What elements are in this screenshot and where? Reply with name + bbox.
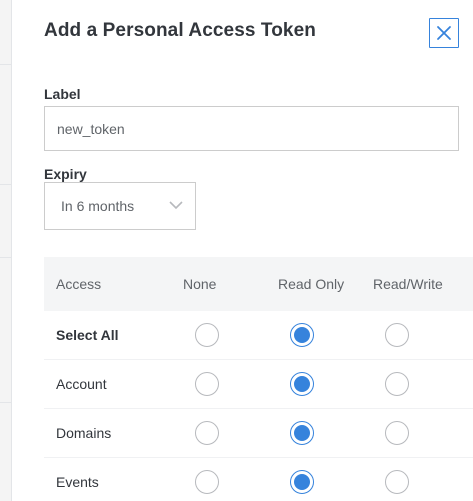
header-none: None [183, 276, 217, 292]
row-label: Account [56, 376, 107, 392]
divider [0, 184, 12, 185]
row-label: Domains [56, 425, 112, 441]
radio-none[interactable] [195, 470, 219, 494]
label-field-label: Label [44, 86, 81, 102]
label-input[interactable] [44, 106, 459, 151]
radio-none[interactable] [195, 372, 219, 396]
radio-read-only[interactable] [290, 470, 314, 494]
radio-read-write[interactable] [385, 421, 409, 445]
header-access: Access [56, 276, 102, 292]
table-row-events: Events [44, 458, 473, 501]
expiry-select[interactable]: In 6 months [44, 182, 196, 230]
table-row-select-all: Select All [44, 311, 473, 360]
row-label: Events [56, 474, 99, 490]
radio-read-write[interactable] [385, 470, 409, 494]
radio-read-write[interactable] [385, 372, 409, 396]
radio-read-only[interactable] [290, 323, 314, 347]
expiry-field-label: Expiry [44, 166, 87, 182]
radio-read-only[interactable] [290, 372, 314, 396]
background-panel-edge [0, 0, 12, 501]
close-icon [437, 26, 451, 40]
access-table: Access None Read Only Read/Write Select … [44, 257, 473, 501]
table-header: Access None Read Only Read/Write [44, 257, 473, 311]
header-read-write: Read/Write [373, 276, 443, 292]
drawer-title: Add a Personal Access Token [44, 20, 316, 41]
row-label: Select All [56, 327, 119, 343]
header-read-only: Read Only [278, 276, 345, 292]
radio-none[interactable] [195, 323, 219, 347]
radio-read-only[interactable] [290, 421, 314, 445]
close-button[interactable] [429, 18, 459, 48]
radio-none[interactable] [195, 421, 219, 445]
divider [0, 402, 12, 403]
add-token-drawer: Add a Personal Access Token Label Expiry… [12, 0, 473, 501]
expiry-selected-value: In 6 months [61, 198, 135, 214]
table-row-account: Account [44, 360, 473, 409]
divider [0, 257, 12, 258]
divider [0, 64, 12, 65]
radio-read-write[interactable] [385, 323, 409, 347]
table-row-domains: Domains [44, 409, 473, 458]
chevron-down-icon [169, 201, 183, 210]
